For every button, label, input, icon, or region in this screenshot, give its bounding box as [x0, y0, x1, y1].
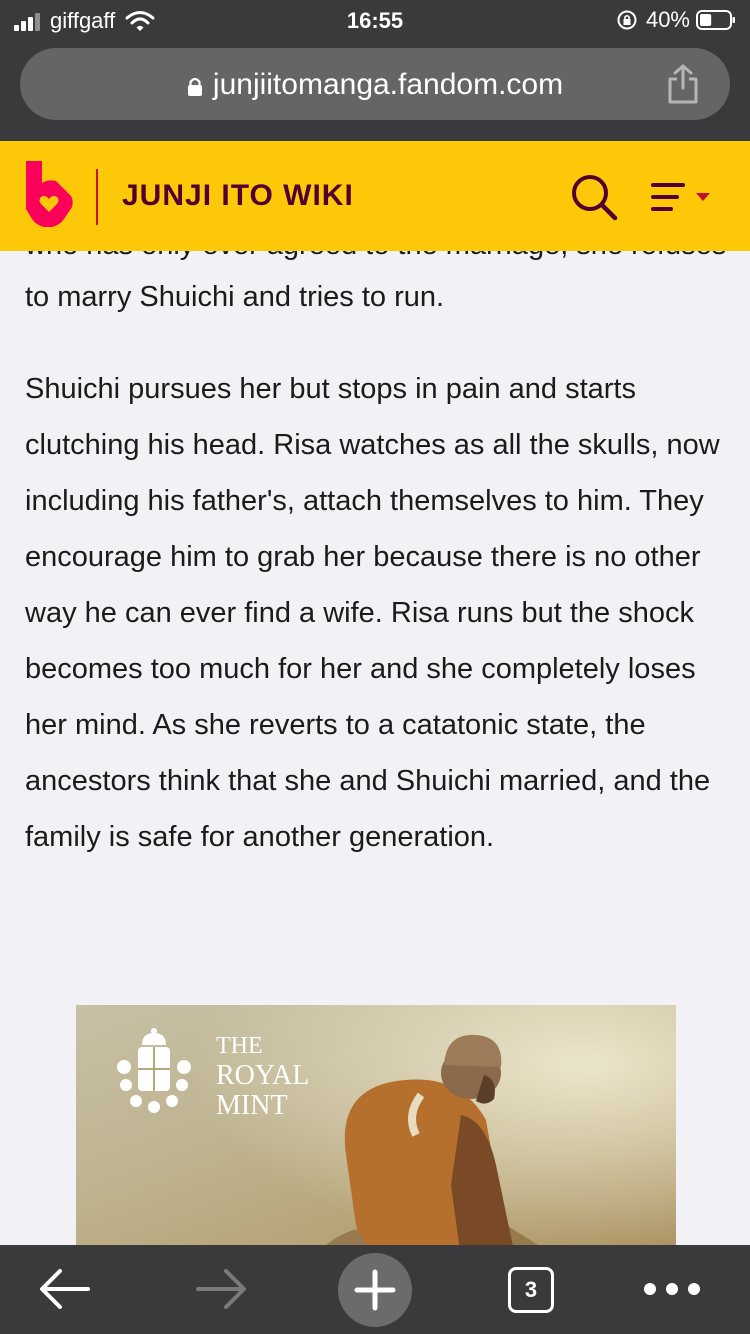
url-text: junjiitomanga.fandom.com [212, 68, 564, 101]
search-icon[interactable] [570, 173, 618, 221]
new-tab-icon [354, 1269, 396, 1311]
article-partial-line: who has only ever agreed to the marriage… [25, 251, 726, 262]
address-bar-content[interactable]: junjiitomanga.fandom.com [20, 68, 730, 102]
address-bar[interactable]: junjiitomanga.fandom.com [20, 48, 730, 120]
article-paragraph: to marry Shuichi and tries to run. [25, 281, 445, 313]
advertisement-banner[interactable]: THE ROYAL MINT [76, 1005, 676, 1245]
battery-percent: 40% [645, 7, 690, 32]
header-divider [96, 169, 98, 225]
back-icon[interactable] [38, 1267, 92, 1311]
forward-icon[interactable] [194, 1267, 248, 1311]
share-icon[interactable] [666, 64, 700, 104]
battery-icon [696, 10, 735, 30]
wiki-header: JUNJI ITO WIKI [0, 141, 750, 251]
fandom-logo[interactable] [22, 159, 74, 229]
ad-hiker-image [326, 1034, 538, 1245]
royal-mint-crest [117, 1028, 191, 1113]
browser-address-area: junjiitomanga.fandom.com [0, 40, 750, 141]
article-content: who has only ever agreed to the marriage… [0, 251, 750, 1245]
browser-toolbar: 3 [0, 1245, 750, 1334]
rotation-lock-icon [617, 10, 637, 30]
article-paragraph: Shuichi pursues her but stops in pain an… [25, 373, 720, 853]
status-right: 40% [616, 7, 736, 33]
new-tab-button[interactable] [338, 1253, 412, 1327]
more-icon[interactable] [642, 1281, 702, 1297]
status-bar: giffgaff 16:55 40% [0, 0, 750, 40]
wiki-title[interactable]: JUNJI ITO WIKI [122, 179, 354, 213]
ad-brand-name: THE ROYAL MINT [216, 1033, 310, 1121]
lock-icon [187, 77, 202, 97]
menu-icon[interactable] [650, 181, 714, 213]
tabs-button[interactable]: 3 [508, 1267, 554, 1313]
